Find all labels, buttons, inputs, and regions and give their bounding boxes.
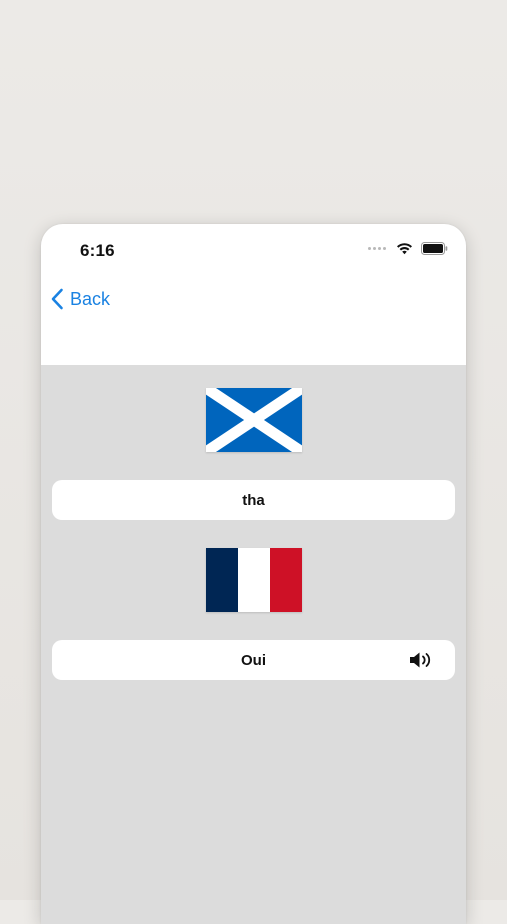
france-flag	[206, 548, 302, 612]
navigation-header: 6:16 Back	[41, 224, 466, 365]
target-word-box: Oui	[52, 640, 455, 680]
chevron-left-icon	[51, 288, 63, 310]
status-time: 6:16	[80, 241, 115, 260]
back-button[interactable]: Back	[50, 288, 110, 310]
scotland-flag	[206, 388, 302, 452]
phone-screen: 6:16 Back tha Oui	[41, 224, 466, 924]
battery-icon	[421, 242, 448, 255]
back-label: Back	[70, 288, 111, 309]
status-icons	[368, 242, 448, 255]
target-word: Oui	[241, 651, 266, 669]
source-word: tha	[242, 491, 265, 509]
translation-content: tha Oui	[41, 365, 466, 924]
source-word-box: tha	[52, 480, 455, 520]
wifi-icon	[397, 243, 412, 255]
speaker-icon[interactable]	[409, 651, 433, 674]
cellular-dots-icon	[368, 247, 386, 250]
